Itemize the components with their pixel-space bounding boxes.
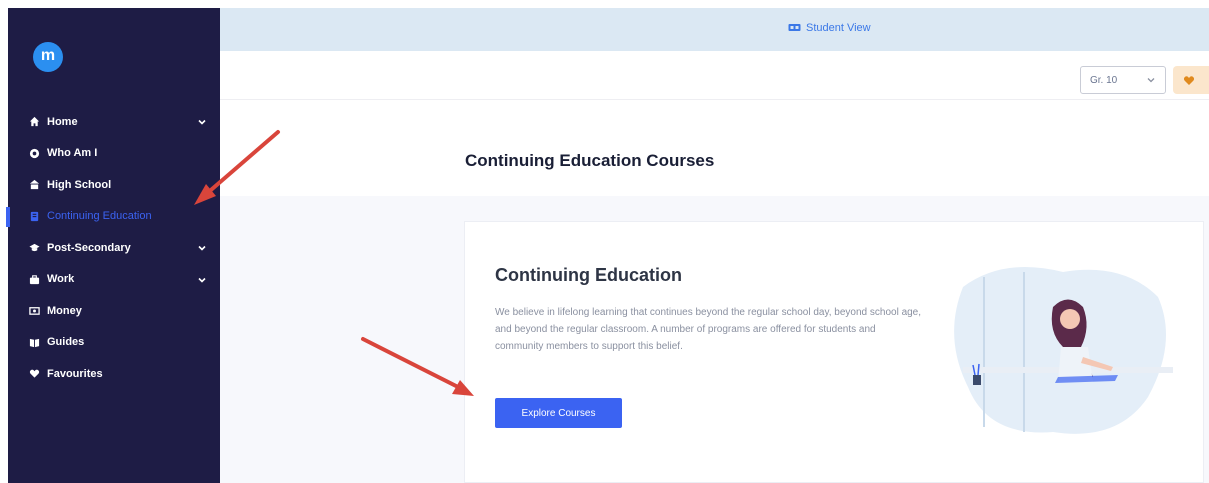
chevron-down-icon[interactable] bbox=[196, 242, 208, 254]
sidebar-item-label: Money bbox=[47, 304, 82, 317]
sidebar-item-label: High School bbox=[47, 178, 112, 191]
sidebar-item-guides[interactable]: Guides bbox=[8, 327, 220, 359]
title-band: Continuing Education Courses bbox=[220, 101, 1209, 196]
sidebar-item-label: Post-Secondary bbox=[47, 241, 131, 254]
card-description: We believe in lifelong learning that con… bbox=[495, 307, 922, 352]
sidebar-item-label: Work bbox=[47, 273, 75, 286]
grade-select[interactable]: Gr. 10 bbox=[1080, 66, 1166, 94]
student-view-link[interactable]: Student View bbox=[788, 22, 871, 34]
heart-icon bbox=[28, 368, 40, 380]
sidebar-nav: Home Who Am I High School Continuing Edu… bbox=[6, 106, 220, 390]
student-view-icon bbox=[788, 24, 801, 31]
sidebar-item-high-school[interactable]: High School bbox=[8, 169, 220, 201]
page-title: Continuing Education Courses bbox=[465, 151, 715, 170]
sidebar-item-work[interactable]: Work bbox=[8, 264, 220, 296]
grade-select-value: Gr. 10 bbox=[1090, 74, 1118, 86]
book-icon bbox=[28, 210, 40, 222]
sidebar-item-label: Home bbox=[47, 115, 78, 128]
sidebar-item-post-secondary[interactable]: Post-Secondary bbox=[8, 232, 220, 264]
sidebar-item-home[interactable]: Home bbox=[8, 106, 220, 138]
main-content: Continuing Education Courses Continuing … bbox=[220, 101, 1209, 483]
school-icon bbox=[28, 179, 40, 191]
briefcase-icon bbox=[28, 273, 40, 285]
card-title: Continuing Education bbox=[495, 265, 682, 285]
chevron-down-icon[interactable] bbox=[196, 116, 208, 128]
sidebar-item-label: Continuing Education bbox=[47, 210, 152, 223]
sidebar: m Home Who Am I High School Continuing E… bbox=[6, 8, 220, 483]
sidebar-item-label: Who Am I bbox=[47, 147, 98, 160]
money-icon bbox=[28, 305, 40, 317]
sidebar-item-favourites[interactable]: Favourites bbox=[8, 358, 220, 390]
top-banner: Student View bbox=[220, 8, 1209, 51]
sidebar-item-continuing-education[interactable]: Continuing Education bbox=[6, 201, 220, 233]
toolbar: Gr. 10 bbox=[220, 51, 1209, 100]
sidebar-item-who-am-i[interactable]: Who Am I bbox=[8, 138, 220, 170]
chevron-down-icon[interactable] bbox=[196, 274, 208, 286]
student-studying-illustration bbox=[954, 267, 1173, 434]
sidebar-item-money[interactable]: Money bbox=[8, 295, 220, 327]
student-view-label: Student View bbox=[806, 22, 871, 34]
explore-courses-button[interactable]: Explore Courses bbox=[495, 398, 622, 428]
graduation-cap-icon bbox=[28, 242, 40, 254]
app-frame: m Home Who Am I High School Continuing E… bbox=[0, 0, 1209, 483]
target-icon bbox=[28, 147, 40, 159]
home-icon bbox=[28, 116, 40, 128]
heart-icon bbox=[1183, 75, 1195, 85]
sidebar-item-label: Favourites bbox=[47, 367, 103, 380]
chevron-down-icon bbox=[1147, 78, 1155, 83]
continuing-education-card: Continuing Education We believe in lifel… bbox=[464, 221, 1204, 483]
guide-book-icon bbox=[28, 336, 40, 348]
app-logo[interactable]: m bbox=[33, 42, 63, 72]
favourites-button[interactable] bbox=[1173, 66, 1209, 94]
sidebar-item-label: Guides bbox=[47, 336, 85, 349]
